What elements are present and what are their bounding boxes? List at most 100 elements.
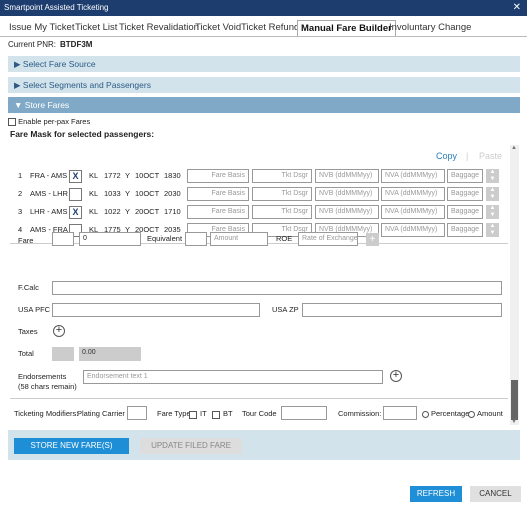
tab-bar: Issue My Ticket Ticket List Ticket Reval… bbox=[0, 20, 527, 37]
scroll-up-icon[interactable]: ▲ bbox=[511, 145, 517, 151]
equivalent-currency-field[interactable] bbox=[185, 232, 207, 246]
fare-basis-field[interactable]: Fare Basis bbox=[187, 187, 249, 201]
divider bbox=[10, 398, 508, 399]
enable-per-pax-checkbox[interactable] bbox=[8, 118, 16, 127]
add-roe-icon[interactable]: + bbox=[366, 233, 379, 246]
tab-ticket-refund[interactable]: Ticket Refund bbox=[241, 20, 299, 36]
segment-number: 3 bbox=[18, 207, 23, 216]
tour-code-label: Tour Code bbox=[242, 409, 277, 418]
fare-currency-field[interactable] bbox=[52, 232, 74, 246]
baggage-field[interactable]: Baggage bbox=[447, 187, 483, 201]
refresh-button[interactable]: REFRESH bbox=[410, 486, 462, 502]
nva-field[interactable]: NVA (ddMMMyy) bbox=[381, 187, 445, 201]
tab-ticket-list[interactable]: Ticket List bbox=[75, 20, 117, 36]
spinner-icon[interactable]: ▲ ▼ bbox=[486, 169, 499, 183]
fare-basis-field[interactable]: Fare Basis bbox=[187, 205, 249, 219]
tab-divider bbox=[0, 36, 527, 37]
copy-link[interactable]: Copy bbox=[436, 151, 457, 161]
pnr-label: Current PNR: bbox=[8, 40, 57, 49]
plating-carrier-field[interactable] bbox=[127, 406, 147, 420]
segment-time: 1830 bbox=[164, 171, 181, 180]
endorsement-text-field[interactable]: Endorsement text 1 bbox=[83, 370, 383, 384]
taxes-label: Taxes bbox=[18, 327, 38, 336]
fare-amount-field[interactable]: 0 bbox=[79, 232, 141, 246]
segment-checkbox[interactable]: X bbox=[69, 206, 82, 219]
usa-zp-field[interactable] bbox=[302, 303, 502, 317]
add-endorsement-icon[interactable]: + bbox=[390, 370, 402, 382]
nva-field[interactable]: NVA (ddMMMyy) bbox=[381, 169, 445, 183]
nvb-field[interactable]: NVB (ddMMMyy) bbox=[315, 169, 379, 183]
fare-basis-field[interactable]: Fare Basis bbox=[187, 169, 249, 183]
commission-field[interactable] bbox=[383, 406, 417, 420]
fcalc-field[interactable] bbox=[52, 281, 502, 295]
close-icon[interactable]: ✕ bbox=[513, 0, 521, 16]
tab-issue-my-ticket[interactable]: Issue My Ticket bbox=[9, 20, 74, 36]
nva-field[interactable]: NVA (ddMMMyy) bbox=[381, 205, 445, 219]
equivalent-label: Equivalent bbox=[147, 234, 183, 243]
tab-ticket-void[interactable]: Ticket Void bbox=[195, 20, 241, 36]
tkt-dsgr-field[interactable]: Tkt Dsgr bbox=[252, 187, 312, 201]
link-separator: | bbox=[466, 151, 469, 161]
segment-time: 1710 bbox=[164, 207, 181, 216]
spinner-icon[interactable]: ▲ ▼ bbox=[486, 223, 499, 237]
segment-class: Y bbox=[125, 171, 131, 180]
segment-route: AMS - LHR bbox=[30, 189, 68, 198]
paste-link[interactable]: Paste bbox=[479, 151, 502, 161]
fare-label: Fare bbox=[18, 236, 34, 245]
nva-field[interactable]: NVA (ddMMMyy) bbox=[381, 223, 445, 237]
spinner-icon[interactable]: ▲ ▼ bbox=[486, 205, 499, 219]
window-title: Smartpoint Assisted Ticketing bbox=[4, 3, 109, 12]
tab-involuntary-change[interactable]: Involuntary Change bbox=[389, 20, 471, 36]
segment-checkbox[interactable] bbox=[69, 188, 82, 201]
pnr-value: BTDF3M bbox=[60, 40, 93, 49]
segment-time: 2030 bbox=[164, 189, 181, 198]
spinner-icon[interactable]: ▲ ▼ bbox=[486, 187, 499, 201]
section-store-fares[interactable]: ▼ Store Fares bbox=[8, 97, 520, 113]
segment-checkbox[interactable]: X bbox=[69, 170, 82, 183]
store-new-fares-button[interactable]: STORE NEW FARE(S) bbox=[14, 438, 129, 454]
update-filed-fare-button[interactable]: UPDATE FILED FARE bbox=[140, 438, 242, 454]
segment-route: FRA - AMS bbox=[30, 171, 68, 180]
tkt-dsgr-field[interactable]: Tkt Dsgr bbox=[252, 169, 312, 183]
window-titlebar: Smartpoint Assisted Ticketing ✕ bbox=[0, 0, 527, 16]
fare-type-bt-label: BT bbox=[223, 409, 233, 418]
roe-label: ROE bbox=[276, 234, 293, 243]
section-select-segments[interactable]: ▶ Select Segments and Passengers bbox=[8, 77, 520, 93]
cancel-button[interactable]: CANCEL bbox=[470, 486, 521, 502]
nvb-field[interactable]: NVB (ddMMMyy) bbox=[315, 187, 379, 201]
nvb-field[interactable]: NVB (ddMMMyy) bbox=[315, 205, 379, 219]
amount-radio[interactable] bbox=[468, 410, 475, 419]
scrollbar-thumb[interactable] bbox=[511, 380, 518, 420]
tab-manual-fare-builder[interactable]: Manual Fare Builder bbox=[297, 20, 396, 37]
equivalent-amount-field[interactable]: Amount bbox=[210, 232, 268, 246]
baggage-field[interactable]: Baggage bbox=[447, 169, 483, 183]
fare-type-it-checkbox[interactable] bbox=[189, 410, 197, 419]
percentage-label: Percentage bbox=[431, 409, 470, 418]
tour-code-field[interactable] bbox=[281, 406, 327, 420]
percentage-radio[interactable] bbox=[422, 410, 429, 419]
scrollbar[interactable]: ▲ ▼ bbox=[510, 145, 519, 425]
tkt-dsgr-field[interactable]: Tkt Dsgr bbox=[252, 205, 312, 219]
commission-label: Commission: bbox=[338, 409, 382, 418]
segment-class: Y bbox=[125, 207, 131, 216]
fare-type-bt-checkbox[interactable] bbox=[212, 410, 220, 419]
segment-number: 1 bbox=[18, 171, 23, 180]
enable-per-pax[interactable]: Enable per-pax Fares bbox=[8, 117, 90, 127]
baggage-field[interactable]: Baggage bbox=[447, 205, 483, 219]
scroll-down-icon[interactable]: ▼ bbox=[511, 419, 517, 425]
tab-ticket-revalidation[interactable]: Ticket Revalidation bbox=[119, 20, 199, 36]
segment-date: 20OCT bbox=[135, 207, 160, 216]
add-tax-icon[interactable]: + bbox=[53, 325, 65, 337]
roe-field[interactable]: Rate of Exchange bbox=[298, 232, 358, 246]
baggage-field[interactable]: Baggage bbox=[447, 223, 483, 237]
plating-carrier-label: Plating Carrier bbox=[77, 409, 125, 418]
segment-route: LHR - AMS bbox=[30, 207, 68, 216]
segment-number: 2 bbox=[18, 189, 23, 198]
endorsements-chars-remaining: (58 chars remain) bbox=[18, 382, 77, 391]
section-select-fare-source[interactable]: ▶ Select Fare Source bbox=[8, 56, 520, 72]
usa-pfc-field[interactable] bbox=[52, 303, 260, 317]
segment-flight: 1022 bbox=[104, 207, 121, 216]
usa-zp-label: USA ZP bbox=[272, 305, 299, 314]
fare-type-label: Fare Type bbox=[157, 409, 191, 418]
fare-type-it-label: IT bbox=[200, 409, 207, 418]
